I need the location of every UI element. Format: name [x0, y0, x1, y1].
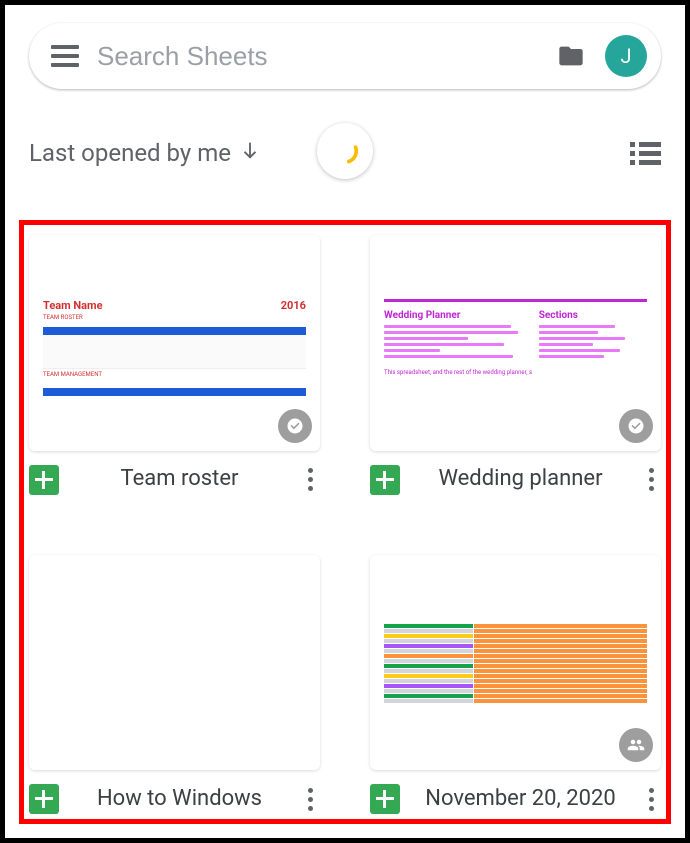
account-avatar[interactable]: J	[605, 35, 647, 77]
file-card[interactable]: November 20, 2020	[370, 555, 661, 815]
sheets-file-icon	[29, 465, 59, 495]
file-card[interactable]: How to Windows	[29, 555, 320, 815]
sort-controls: Last opened by me	[29, 131, 661, 175]
file-thumbnail[interactable]: Wedding Planner Sections	[370, 235, 661, 451]
loading-spinner	[317, 123, 373, 179]
shared-icon	[619, 728, 653, 762]
file-title: November 20, 2020	[410, 786, 631, 812]
sort-label-text: Last opened by me	[29, 139, 231, 167]
search-input[interactable]	[97, 41, 537, 72]
thumb-col2-heading: Sections	[539, 310, 647, 321]
list-view-toggle-icon[interactable]	[630, 142, 661, 165]
more-options-icon[interactable]	[641, 788, 661, 811]
file-card-footer: Wedding planner	[370, 465, 661, 495]
sheets-file-icon	[370, 465, 400, 495]
more-options-icon[interactable]	[641, 468, 661, 491]
arrow-down-icon	[239, 139, 261, 167]
sort-dropdown[interactable]: Last opened by me	[29, 139, 261, 167]
file-card-footer: Team roster	[29, 465, 320, 495]
more-options-icon[interactable]	[300, 468, 320, 491]
file-card[interactable]: Wedding Planner Sections	[370, 235, 661, 495]
hamburger-menu-icon[interactable]	[51, 45, 79, 67]
thumb-col1-heading: Wedding Planner	[384, 310, 525, 321]
thumb-year: 2016	[281, 299, 306, 312]
file-title: Wedding planner	[410, 466, 631, 492]
sheets-file-icon	[29, 784, 59, 814]
thumb-footer: TEAM MANAGEMENT	[43, 371, 306, 378]
thumb-footer-text: This spreadsheet, and the rest of the we…	[384, 369, 647, 376]
file-thumbnail[interactable]: Team Name 2016 TEAM ROSTER TEAM MANAGEME…	[29, 235, 320, 451]
sheets-file-icon	[370, 784, 400, 814]
offline-available-icon	[278, 409, 312, 443]
file-card-footer: November 20, 2020	[370, 784, 661, 814]
thumb-heading: Team Name	[43, 299, 103, 312]
file-thumbnail[interactable]	[370, 555, 661, 771]
files-grid: Team Name 2016 TEAM ROSTER TEAM MANAGEME…	[29, 235, 661, 814]
avatar-initial: J	[620, 44, 631, 68]
folder-icon[interactable]	[555, 42, 587, 70]
more-options-icon[interactable]	[300, 788, 320, 811]
file-title: Team roster	[69, 466, 290, 492]
offline-available-icon	[619, 409, 653, 443]
file-card[interactable]: Team Name 2016 TEAM ROSTER TEAM MANAGEME…	[29, 235, 320, 495]
file-title: How to Windows	[69, 786, 290, 812]
file-thumbnail[interactable]	[29, 555, 320, 771]
search-bar: J	[29, 23, 661, 89]
thumb-subheading: TEAM ROSTER	[43, 314, 306, 321]
file-card-footer: How to Windows	[29, 784, 320, 814]
